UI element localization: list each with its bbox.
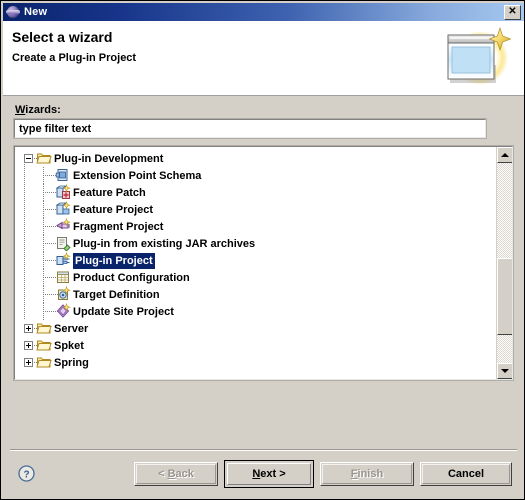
finish-button[interactable]: Finish <box>320 462 414 486</box>
folder-open-icon <box>36 323 52 334</box>
tree-guide <box>43 235 44 252</box>
tree-item-plug-in-project[interactable]: Plug-in Project <box>15 251 496 270</box>
fragment-project-icon <box>55 217 71 234</box>
tree-item-label: Plug-in from existing JAR archives <box>73 238 256 250</box>
folder-open-icon <box>36 150 52 166</box>
tree-item-label: Feature Project <box>73 204 154 216</box>
target-definition-icon <box>58 285 71 300</box>
tree-item-label: Plug-in Development <box>54 153 164 165</box>
feature-project-icon <box>55 200 71 215</box>
cancel-button[interactable]: Cancel <box>420 462 512 486</box>
svg-text:?: ? <box>23 469 29 480</box>
expand-toggle-icon[interactable] <box>24 341 33 350</box>
tree-scrollbar[interactable] <box>496 147 512 379</box>
tree-item-label: Update Site Project <box>73 306 174 318</box>
tree-item-label: Fragment Project <box>73 221 164 233</box>
page-subtitle: Create a Plug-in Project <box>12 52 137 64</box>
filter-input[interactable] <box>13 118 487 139</box>
tree-item-update-site-project[interactable]: Update Site Project <box>15 302 496 320</box>
wizards-label: Wizards: <box>15 104 61 116</box>
tree-item-extension-point-schema[interactable]: Extension Point Schema <box>15 167 496 184</box>
tree-item-label: Feature Patch <box>73 187 146 199</box>
tree-item-label: Extension Point Schema <box>73 170 202 182</box>
product-configuration-icon <box>55 269 71 285</box>
tree-item-label: Spring <box>54 357 89 369</box>
tree-item-label: Plug-in Project <box>72 252 156 270</box>
collapse-toggle-icon[interactable] <box>24 154 33 163</box>
target-definition-icon <box>55 285 71 302</box>
plugin-from-jar-icon <box>57 237 71 252</box>
expand-toggle-icon[interactable] <box>24 324 33 333</box>
back-button[interactable]: < Back <box>134 462 218 486</box>
tree-item-label: Target Definition <box>73 289 160 301</box>
close-button[interactable]: ✕ <box>504 4 521 20</box>
tree-item-label: Server <box>54 323 89 335</box>
window-title: New <box>24 6 48 18</box>
next-button-label: Next > <box>252 468 286 480</box>
tree-item-spket[interactable]: Spket <box>15 337 496 354</box>
feature-patch-icon <box>55 183 71 199</box>
extension-point-schema-icon <box>55 169 68 181</box>
tree-item-label: Spket <box>54 340 84 352</box>
scroll-up-icon <box>501 153 509 157</box>
update-site-project-icon <box>56 302 71 318</box>
plugin-project-icon <box>56 251 71 265</box>
cancel-button-label: Cancel <box>447 468 485 480</box>
product-configuration-icon <box>57 271 69 283</box>
plugin-from-jar-icon <box>55 235 71 252</box>
help-question-icon[interactable]: ? <box>18 465 35 482</box>
fragment-project-icon <box>56 217 71 230</box>
next-button[interactable]: Next > <box>224 460 314 488</box>
tree-guide <box>43 218 44 235</box>
tree-item-feature-patch[interactable]: Feature Patch <box>15 183 496 201</box>
folder-open-icon <box>36 354 52 370</box>
tree-guide <box>43 252 44 269</box>
tree-item-plug-in-development[interactable]: Plug-in Development <box>15 150 496 167</box>
folder-open-icon <box>36 337 52 353</box>
tree-item-product-configuration[interactable]: Product Configuration <box>15 269 496 286</box>
wizards-label-rest: izards: <box>25 104 61 116</box>
extension-point-schema-icon <box>55 167 71 183</box>
tree-item-feature-project[interactable]: Feature Project <box>15 200 496 218</box>
footer-separator <box>10 449 517 451</box>
tree-guide <box>43 184 44 201</box>
back-button-label: < Back <box>158 468 194 480</box>
update-site-project-icon <box>55 302 71 319</box>
title-bar: New ✕ <box>3 3 524 21</box>
wizards-label-mnemonic: W <box>15 104 26 116</box>
tree-item-plug-in-from-existing-jar-archives[interactable]: Plug-in from existing JAR archives <box>15 235 496 252</box>
tree-guide <box>43 303 44 320</box>
expand-toggle-icon[interactable] <box>24 358 33 367</box>
tree-guide <box>43 201 44 218</box>
folder-open-icon <box>36 340 52 351</box>
scrollbar-thumb[interactable] <box>497 258 512 335</box>
tree-item-target-definition[interactable]: Target Definition <box>15 285 496 303</box>
tree-guide <box>43 286 44 303</box>
eclipse-sphere-icon <box>6 5 20 19</box>
scroll-up-button[interactable] <box>497 147 512 163</box>
folder-open-icon <box>36 153 52 164</box>
feature-project-icon <box>55 200 71 217</box>
tree-item-spring[interactable]: Spring <box>15 354 496 371</box>
new-wizard-banner-icon <box>447 27 512 85</box>
folder-open-icon <box>36 357 52 368</box>
tree-guide <box>43 167 44 184</box>
wizard-tree-panel: Plug-in Development Extension Point Schem… <box>13 145 514 381</box>
wizard-header: Select a wizard Create a Plug-in Project <box>3 21 524 96</box>
feature-patch-icon <box>55 183 71 200</box>
tree-guide <box>43 269 44 286</box>
finish-button-label: Finish <box>350 468 384 480</box>
scroll-down-icon <box>501 369 509 373</box>
new-wizard-dialog: New ✕ Select a wizard Create a Plug-in P… <box>0 0 525 500</box>
scroll-down-button[interactable] <box>497 363 512 379</box>
tree-guide <box>24 162 25 320</box>
plugin-project-icon <box>55 251 71 268</box>
close-icon: ✕ <box>508 6 517 17</box>
folder-open-icon <box>36 320 52 336</box>
tree-item-server[interactable]: Server <box>15 320 496 337</box>
page-title: Select a wizard <box>12 29 113 45</box>
tree-item-fragment-project[interactable]: Fragment Project <box>15 217 496 235</box>
tree-item-label: Product Configuration <box>73 272 190 284</box>
wizard-tree[interactable]: Plug-in Development Extension Point Schem… <box>15 150 496 371</box>
